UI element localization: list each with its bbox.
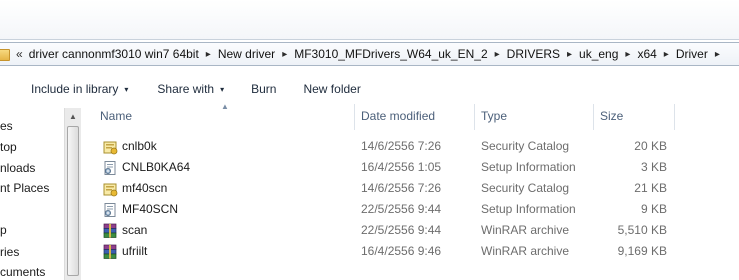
file-type: WinRAR archive	[481, 244, 570, 258]
include-in-library-button[interactable]: Include in library ▾	[31, 82, 128, 96]
share-with-label: Share with	[157, 82, 215, 96]
file-size: 21 KB	[634, 181, 667, 195]
file-date-modified: 14/6/2556 7:26	[361, 181, 442, 195]
file-row[interactable]: scan 22/5/2556 9:44 WinRAR archive 5,510…	[82, 220, 739, 241]
breadcrumb-separator-icon[interactable]: ▸	[275, 49, 294, 60]
column-divider[interactable]	[593, 104, 594, 130]
share-with-button[interactable]: Share with ▾	[157, 82, 224, 96]
breadcrumb-item[interactable]: New driver	[218, 47, 275, 61]
column-divider[interactable]	[674, 104, 675, 130]
file-name: MF40SCN	[122, 202, 179, 216]
new-folder-label: New folder	[303, 82, 361, 96]
scroll-up-icon[interactable]: ▲	[65, 108, 81, 124]
address-bar[interactable]: « driver cannonmf3010 win7 64bit ▸ New d…	[0, 42, 739, 66]
file-size: 20 KB	[634, 139, 667, 153]
burn-label: Burn	[251, 82, 277, 96]
nav-item-recent-places[interactable]: nt Places	[0, 181, 49, 195]
nav-item-libraries[interactable]: ries	[0, 245, 19, 259]
breadcrumb-item[interactable]: Driver	[676, 47, 708, 61]
column-header-size-label: Size	[600, 109, 624, 123]
chevron-down-icon: ▾	[220, 84, 225, 94]
file-row[interactable]: CNLB0KA64 16/4/2556 1:05 Setup Informati…	[82, 157, 739, 178]
new-folder-button[interactable]: New folder	[303, 82, 360, 96]
window-top-chrome	[0, 0, 739, 40]
setup-information-icon	[102, 160, 118, 176]
file-name: ufriilt	[122, 244, 148, 258]
breadcrumb-separator-icon[interactable]: ▸	[618, 49, 637, 60]
column-header-name-label: Name	[100, 109, 133, 123]
file-name: mf40scn	[122, 181, 168, 195]
nav-item-downloads[interactable]: nloads	[0, 161, 35, 175]
folder-icon	[0, 47, 10, 61]
burn-button[interactable]: Burn	[251, 82, 276, 96]
file-size: 3 KB	[640, 160, 667, 174]
breadcrumb-separator-icon[interactable]: ▸	[199, 49, 218, 60]
file-type: WinRAR archive	[481, 223, 570, 237]
file-row[interactable]: cnlb0k 14/6/2556 7:26 Security Catalog 2…	[82, 136, 739, 157]
setup-information-icon	[102, 202, 118, 218]
column-header-size[interactable]: Size	[600, 102, 680, 130]
file-type: Setup Information	[481, 160, 576, 174]
breadcrumb-separator-icon[interactable]: ▸	[708, 49, 727, 60]
breadcrumb-item[interactable]: driver cannonmf3010 win7 64bit	[29, 47, 199, 61]
navigation-scrollbar[interactable]: ▲	[64, 108, 81, 280]
security-catalog-icon	[102, 181, 118, 197]
file-row[interactable]: mf40scn 14/6/2556 7:26 Security Catalog …	[82, 178, 739, 199]
scrollbar-thumb[interactable]	[67, 126, 79, 276]
nav-item-documents[interactable]: cuments	[0, 265, 45, 279]
file-type: Security Catalog	[481, 181, 570, 195]
file-date-modified: 14/6/2556 7:26	[361, 139, 442, 153]
breadcrumb-overflow-icon[interactable]: «	[10, 47, 29, 61]
breadcrumb-item[interactable]: MF3010_MFDrivers_W64_uk_EN_2	[294, 47, 487, 61]
breadcrumb-separator-icon[interactable]: ▸	[560, 49, 579, 60]
breadcrumb-separator-icon[interactable]: ▸	[488, 49, 507, 60]
file-date-modified: 22/5/2556 9:44	[361, 202, 442, 216]
command-toolbar: Include in library ▾ Share with ▾ Burn N…	[0, 76, 739, 102]
breadcrumb-item[interactable]: DRIVERS	[507, 47, 560, 61]
file-size: 9,169 KB	[617, 244, 667, 258]
file-name: CNLB0KA64	[122, 160, 191, 174]
file-date-modified: 16/4/2556 1:05	[361, 160, 442, 174]
column-divider[interactable]	[474, 104, 475, 130]
file-date-modified: 16/4/2556 9:46	[361, 244, 442, 258]
security-catalog-icon	[102, 139, 118, 155]
file-row[interactable]: ufriilt 16/4/2556 9:46 WinRAR archive 9,…	[82, 241, 739, 262]
winrar-archive-icon	[102, 244, 118, 260]
column-header-name[interactable]: Name	[100, 102, 350, 130]
chevron-down-icon: ▾	[124, 84, 129, 94]
column-header-date-modified-label: Date modified	[361, 109, 436, 123]
column-header-type-label: Type	[481, 109, 508, 123]
file-size: 5,510 KB	[617, 223, 667, 237]
include-in-library-label: Include in library	[31, 82, 119, 96]
file-size: 9 KB	[640, 202, 667, 216]
file-type: Security Catalog	[481, 139, 570, 153]
breadcrumb-item[interactable]: uk_eng	[579, 47, 618, 61]
file-name: scan	[122, 223, 148, 237]
file-row[interactable]: MF40SCN 22/5/2556 9:44 Setup Information…	[82, 199, 739, 220]
nav-item-favorites[interactable]: es	[0, 119, 13, 133]
file-date-modified: 22/5/2556 9:44	[361, 223, 442, 237]
navigation-pane: es top nloads nt Places p ries cuments	[0, 108, 62, 280]
file-list: ▲ Name Date modified Type Size cnlb0k 14…	[82, 102, 739, 280]
winrar-archive-icon	[102, 223, 118, 239]
breadcrumb-separator-icon[interactable]: ▸	[657, 49, 676, 60]
column-header-date-modified[interactable]: Date modified	[361, 102, 476, 130]
column-divider[interactable]	[354, 104, 355, 130]
nav-item-desktop[interactable]: top	[0, 140, 17, 154]
column-header-type[interactable]: Type	[481, 102, 596, 130]
nav-item-desktop-2[interactable]: p	[0, 223, 7, 237]
breadcrumb-item[interactable]: x64	[637, 47, 656, 61]
file-name: cnlb0k	[122, 139, 157, 153]
file-type: Setup Information	[481, 202, 576, 216]
